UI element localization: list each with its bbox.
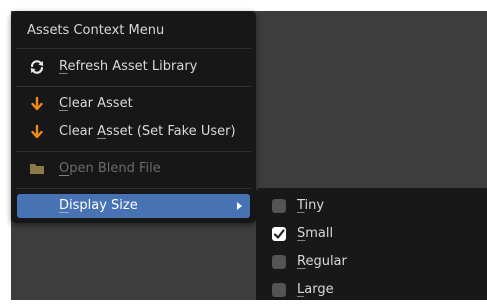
menu-separator: [16, 188, 251, 189]
assets-context-menu: Assets Context Menu Refresh Asset Librar…: [11, 11, 256, 223]
menu-title: Assets Context Menu: [27, 23, 165, 38]
checkbox-icon[interactable]: [272, 283, 286, 297]
folder-icon: [29, 161, 45, 177]
open-blend-file-item: Open Blend File: [17, 157, 250, 181]
checkbox-icon[interactable]: [272, 199, 286, 213]
display-size-item[interactable]: Display Size: [17, 194, 250, 218]
down-arrow-icon: [29, 124, 45, 140]
menu-separator: [16, 151, 251, 152]
refresh-asset-library-item[interactable]: Refresh Asset Library: [17, 55, 250, 79]
size-option-label: Tiny: [297, 198, 325, 213]
open-blend-file-label: Open Blend File: [59, 161, 161, 176]
refresh-icon: [29, 59, 45, 75]
refresh-asset-library-label: Refresh Asset Library: [59, 59, 198, 74]
submenu-arrow-icon: [237, 202, 242, 210]
checked-checkbox-icon[interactable]: [272, 227, 286, 241]
menu-separator: [16, 86, 251, 87]
clear-asset-set-fake-user-label: Clear Asset (Set Fake User): [59, 124, 236, 139]
size-option-label: Regular: [297, 254, 347, 269]
clear-asset-set-fake-user-item[interactable]: Clear Asset (Set Fake User): [17, 120, 250, 144]
display-size-label: Display Size: [59, 198, 138, 213]
clear-asset-label: Clear Asset: [59, 96, 133, 111]
clear-asset-item[interactable]: Clear Asset: [17, 92, 250, 116]
menu-separator: [16, 48, 251, 49]
size-option-label: Small: [297, 226, 334, 241]
size-option-small[interactable]: Small: [256, 220, 487, 248]
size-option-regular[interactable]: Regular: [256, 248, 487, 276]
display-size-submenu: Tiny Small Regular Large: [256, 188, 487, 300]
down-arrow-icon: [29, 96, 45, 112]
checkbox-icon[interactable]: [272, 255, 286, 269]
size-option-tiny[interactable]: Tiny: [256, 192, 487, 220]
